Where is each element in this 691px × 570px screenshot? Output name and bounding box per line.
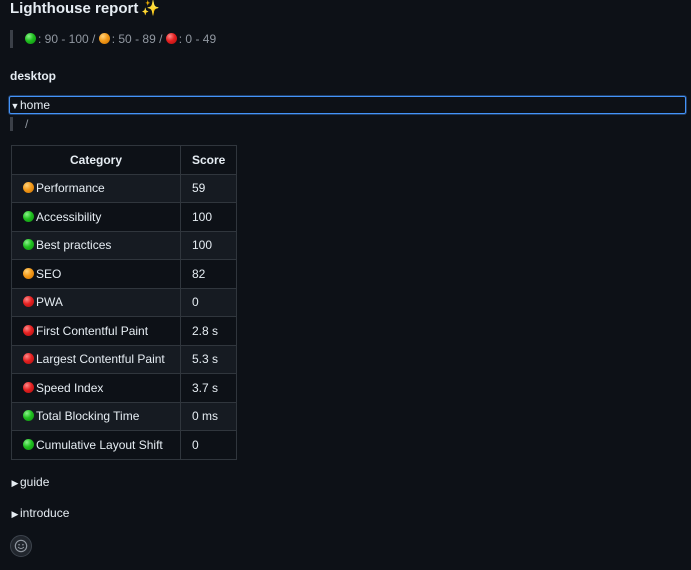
score-legend: : 90 - 100 / : 50 - 89 / : 0 - 49 [10, 30, 216, 48]
score-cell: 100 [179, 202, 238, 232]
category-label: Speed Index [36, 380, 104, 395]
triangle-right-icon: ▶ [11, 478, 19, 488]
green-circle-icon [23, 239, 34, 251]
score-cell: 59 [179, 173, 238, 203]
score-cell: 3.7 s [179, 373, 238, 403]
table-header-row: Category Score [11, 145, 238, 175]
category-label: Performance [36, 181, 105, 196]
triangle-right-icon: ▶ [11, 509, 19, 519]
category-label: PWA [36, 295, 63, 310]
section-heading-desktop: desktop [10, 69, 57, 83]
details-summary-introduce[interactable]: ▶ introduce [10, 505, 70, 522]
score-cell: 2.8 s [179, 316, 238, 346]
category-label: Best practices [36, 238, 112, 253]
table-row: PWA 0 [11, 287, 238, 317]
category-label: Total Blocking Time [36, 409, 140, 424]
table-row: SEO 82 [11, 259, 238, 289]
lighthouse-report-comment: Lighthouse report ✨ : 90 - 100 / : 50 - 8… [0, 0, 691, 570]
path-text: / [25, 117, 29, 131]
triangle-down-icon: ▼ [10, 101, 20, 111]
category-cell: First Contentful Paint [11, 316, 181, 346]
category-cell: Accessibility [11, 202, 181, 232]
category-cell: Best practices [11, 230, 181, 260]
score-cell: 0 [179, 430, 238, 460]
category-cell: Total Blocking Time [11, 401, 181, 431]
sparkles-icon: ✨ [141, 0, 161, 17]
table-row: Largest Contentful Paint 5.3 s [11, 344, 238, 374]
path-blockquote: / [10, 117, 28, 131]
details-summary-label: home [20, 98, 51, 112]
details-summary-label: introduce [20, 506, 70, 520]
orange-circle-icon [23, 267, 34, 279]
category-label: Cumulative Layout Shift [36, 437, 163, 452]
table-row: Accessibility 100 [11, 202, 238, 232]
table-row: Best practices 100 [11, 230, 238, 260]
red-circle-icon [23, 353, 34, 365]
scores-table: Category Score Performance 59 Accessibilit… [11, 145, 238, 460]
column-header-category: Category [11, 145, 181, 175]
score-cell: 0 ms [179, 401, 238, 431]
column-header-score: Score [179, 145, 238, 175]
category-label: SEO [36, 266, 62, 281]
green-circle-icon [23, 210, 34, 222]
table-row: Total Blocking Time 0 ms [11, 401, 238, 431]
score-cell: 0 [179, 287, 238, 317]
table-row: Cumulative Layout Shift 0 [11, 430, 238, 460]
category-cell: Cumulative Layout Shift [11, 430, 181, 460]
category-label: First Contentful Paint [36, 323, 149, 338]
smiley-icon [14, 539, 28, 553]
red-circle-icon [23, 296, 34, 308]
category-cell: Performance [11, 173, 181, 203]
category-cell: PWA [11, 287, 181, 317]
orange-circle-icon [23, 182, 34, 194]
table-row: First Contentful Paint 2.8 s [11, 316, 238, 346]
table-row: Speed Index 3.7 s [11, 373, 238, 403]
legend-average: : 50 - 89 / [111, 32, 163, 46]
category-label: Accessibility [36, 209, 102, 224]
details-summary-label: guide [20, 475, 50, 489]
red-circle-icon [165, 33, 177, 44]
category-cell: SEO [11, 259, 181, 289]
score-cell: 82 [179, 259, 238, 289]
green-circle-icon [25, 33, 36, 44]
report-title-text: Lighthouse report [10, 0, 139, 17]
category-label: Largest Contentful Paint [36, 352, 165, 367]
category-cell: Speed Index [11, 373, 181, 403]
score-cell: 5.3 s [179, 344, 238, 374]
category-cell: Largest Contentful Paint [11, 344, 181, 374]
legend-poor: : 0 - 49 [178, 32, 217, 46]
details-summary-guide[interactable]: ▶ guide [10, 474, 50, 491]
green-circle-icon [23, 438, 34, 450]
details-summary-home[interactable]: ▼home [9, 96, 686, 114]
report-title: Lighthouse report ✨ [10, 0, 160, 18]
green-circle-icon [23, 410, 34, 422]
score-cell: 100 [179, 230, 238, 260]
red-circle-icon [23, 381, 34, 393]
legend-good: : 90 - 100 / [38, 32, 96, 46]
red-circle-icon [23, 324, 34, 336]
orange-circle-icon [98, 33, 110, 44]
add-reaction-button[interactable] [10, 535, 32, 557]
table-row: Performance 59 [11, 173, 238, 203]
